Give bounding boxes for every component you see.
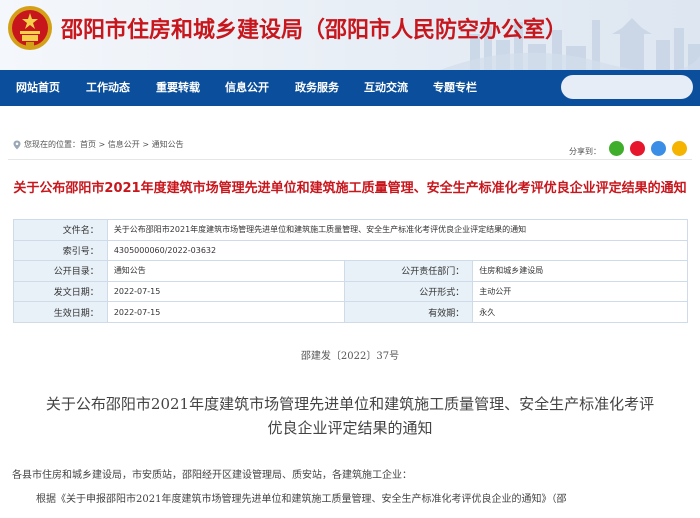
body-title-line: 优良企业评定结果的通知 bbox=[267, 419, 433, 437]
nav-item-home[interactable]: 网站首页 bbox=[16, 70, 60, 106]
breadcrumb-link-notices[interactable]: 通知公告 bbox=[152, 140, 184, 149]
nav-item-special-topics[interactable]: 专题专栏 bbox=[433, 70, 477, 106]
catalog-value: 通知公告 bbox=[106, 260, 346, 282]
table-row: 公开目录： 通知公告 公开责任部门： 住房和城乡建设局 bbox=[13, 260, 688, 282]
nav-item-interaction[interactable]: 互动交流 bbox=[364, 70, 408, 106]
dept-value: 住房和城乡建设局 bbox=[472, 260, 688, 282]
location-icon bbox=[13, 140, 21, 150]
body-title: 关于公布邵阳市2021年度建筑市场管理先进单位和建筑施工质量管理、安全生产标准化… bbox=[10, 392, 690, 440]
index-value: 4305000060/2022-03632 bbox=[106, 239, 689, 262]
validity-label: 有效期： bbox=[344, 301, 474, 323]
catalog-label: 公开目录： bbox=[13, 260, 108, 282]
table-row: 索引号： 4305000060/2022-03632 bbox=[13, 239, 689, 262]
table-row: 文件名： 关于公布邵阳市2021年度建筑市场管理先进单位和建筑施工质量管理、安全… bbox=[13, 219, 689, 241]
file-name-label: 文件名： bbox=[13, 219, 108, 241]
form-label: 公开形式： bbox=[344, 280, 474, 303]
breadcrumb-separator: > bbox=[96, 140, 108, 149]
breadcrumb-prefix: 您现在的位置： bbox=[24, 140, 80, 149]
breadcrumb-trail: 您现在的位置：首页 > 信息公开 > 通知公告 bbox=[24, 139, 184, 150]
recipients-text: 各县市住房和城乡建设局，市安质站，邵阳经开区建设管理局、质安站，各建筑施工企业： bbox=[12, 470, 412, 481]
nav-item-gov-services[interactable]: 政务服务 bbox=[295, 70, 339, 106]
publish-date-label: 发文日期： bbox=[13, 280, 108, 303]
share-label: 分享到： bbox=[569, 147, 601, 156]
qq-icon[interactable] bbox=[651, 141, 666, 156]
document-number: 邵建发〔2022〕37号 bbox=[300, 351, 400, 362]
qzone-icon[interactable] bbox=[672, 141, 687, 156]
validity-value: 永久 bbox=[472, 301, 688, 323]
effective-date-label: 生效日期： bbox=[13, 301, 108, 323]
breadcrumb-link-home[interactable]: 首页 bbox=[80, 140, 96, 149]
publish-date-value: 2022-07-15 bbox=[106, 280, 346, 303]
nav-item-reprints[interactable]: 重要转载 bbox=[156, 70, 200, 106]
breadcrumb-separator: > bbox=[139, 140, 152, 149]
document-info-table: 文件名： 关于公布邵阳市2021年度建筑市场管理先进单位和建筑施工质量管理、安全… bbox=[13, 219, 689, 323]
file-name-value: 关于公布邵阳市2021年度建筑市场管理先进单位和建筑施工质量管理、安全生产标准化… bbox=[106, 219, 689, 241]
site-title: 邵阳市住房和城乡建设局（邵阳市人民防空办公室） bbox=[61, 18, 568, 43]
search-input[interactable] bbox=[561, 75, 693, 99]
national-emblem-icon bbox=[8, 6, 52, 50]
body-title-line: 关于公布邵阳市2021年度建筑市场管理先进单位和建筑施工质量管理、安全生产标准化… bbox=[45, 395, 655, 413]
table-row: 发文日期： 2022-07-15 公开形式： 主动公开 bbox=[13, 280, 688, 303]
table-row: 生效日期： 2022-07-15 有效期： 永久 bbox=[13, 301, 688, 323]
nav-item-info-disclosure[interactable]: 信息公开 bbox=[225, 70, 269, 106]
nav-item-work-news[interactable]: 工作动态 bbox=[86, 70, 130, 106]
site-header: 邵阳市住房和城乡建设局（邵阳市人民防空办公室） bbox=[0, 0, 700, 70]
weibo-icon[interactable] bbox=[630, 141, 645, 156]
dept-label: 公开责任部门： bbox=[344, 260, 474, 282]
body-paragraph: 根据《关于申报邵阳市2021年度建筑市场管理先进单位和建筑施工质量管理、安全生产… bbox=[36, 494, 567, 505]
index-label: 索引号： bbox=[13, 239, 108, 262]
form-value: 主动公开 bbox=[472, 280, 688, 303]
document-title: 关于公布邵阳市2021年度建筑市场管理先进单位和建筑施工质量管理、安全生产标准化… bbox=[13, 181, 687, 196]
effective-date-value: 2022-07-15 bbox=[106, 301, 346, 323]
wechat-icon[interactable] bbox=[609, 141, 624, 156]
breadcrumb-link-info[interactable]: 信息公开 bbox=[108, 140, 140, 149]
